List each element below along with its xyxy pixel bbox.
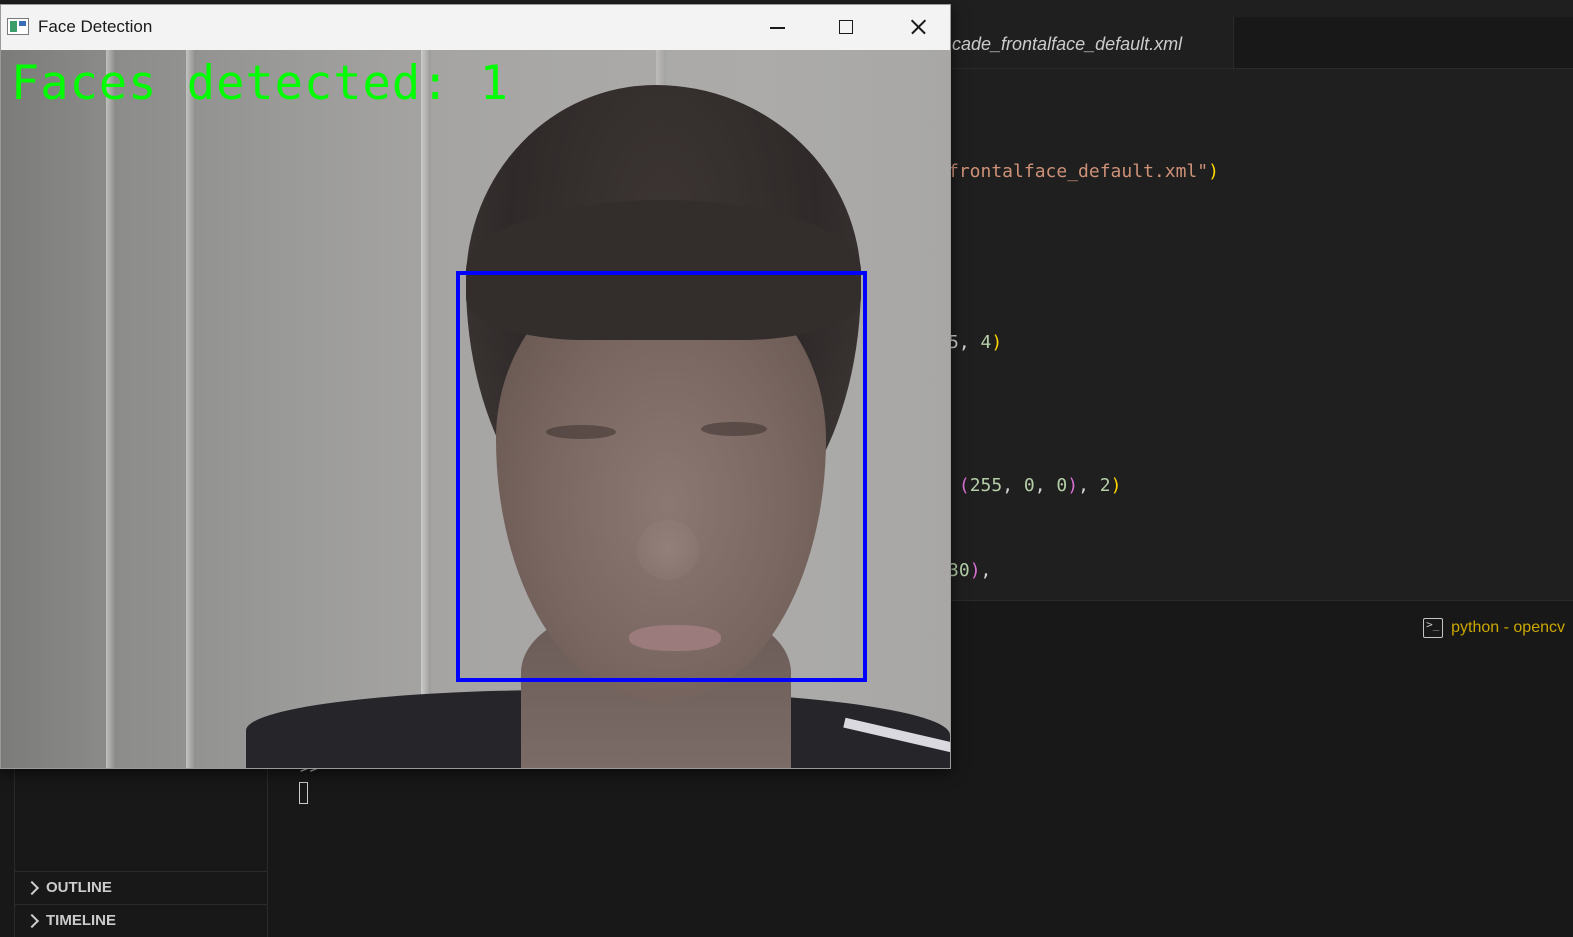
editor-tab[interactable]: cade_frontalface_default.xml (940, 17, 1234, 68)
faces-detected-label: Faces detected: 1 (11, 56, 510, 111)
code-line: 30), (948, 560, 992, 581)
webcam-frame: Faces detected: 1 (1, 50, 950, 768)
terminal-tab[interactable]: python - opencv (1423, 615, 1565, 641)
wall-panel-edge (186, 50, 196, 768)
code-line: (255, 0, 0), 2) (958, 475, 1122, 496)
terminal-icon (1423, 618, 1444, 638)
close-button[interactable] (882, 5, 950, 50)
maximize-button[interactable] (812, 5, 882, 50)
code-line: 5, 4) (948, 332, 1003, 353)
wall-panel-edge (421, 50, 431, 768)
timeline-section[interactable]: TIMELINE (14, 904, 268, 936)
editor-tab-label: cade_frontalface_default.xml (952, 34, 1183, 54)
chevron-right-icon (22, 911, 42, 931)
app-icon (7, 18, 29, 35)
face-detection-window[interactable]: Face Detection Faces detected: 1 (0, 4, 951, 769)
outline-section[interactable]: OUTLINE (14, 871, 268, 903)
face-detection-box (456, 271, 867, 682)
terminal-cursor (299, 782, 308, 804)
window-title: Face Detection (38, 17, 153, 36)
wall-panel-edge (106, 50, 116, 768)
chevron-right-icon (22, 878, 42, 898)
minimize-button[interactable] (742, 5, 812, 50)
code-line: frontalface_default.xml") (948, 161, 1219, 182)
outline-label: OUTLINE (46, 879, 112, 896)
window-title-bar[interactable]: Face Detection (1, 5, 950, 50)
terminal-tab-label: python - opencv (1451, 619, 1565, 636)
timeline-label: TIMELINE (46, 912, 116, 929)
